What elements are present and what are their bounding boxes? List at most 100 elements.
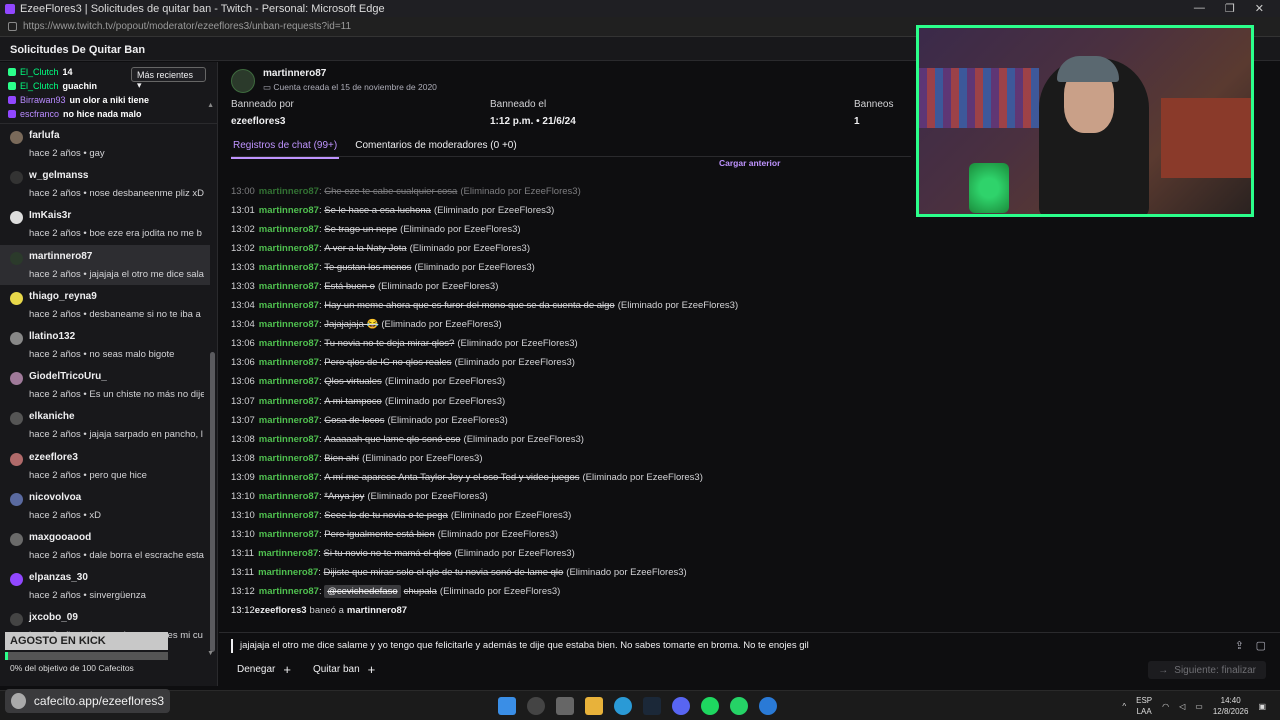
chat-username[interactable]: martinnero87 <box>259 186 319 197</box>
request-item[interactable]: maxgooaood hace 2 años • dale borra el es… <box>0 526 210 566</box>
chat-log-row: 13:11 martinnero87: Dijiste que miras sol… <box>231 563 931 582</box>
clock[interactable]: 14:40 12/8/2026 <box>1213 695 1249 717</box>
badge-icon <box>8 68 16 76</box>
request-preview: hace 2 años • pero que hice <box>29 469 147 481</box>
close-button[interactable]: ✕ <box>1255 2 1264 15</box>
request-item[interactable]: ezeeflore3 hace 2 años • pero que hice <box>0 446 210 486</box>
file-explorer-icon[interactable] <box>585 697 603 715</box>
language-indicator[interactable]: ESP LAA <box>1136 695 1152 717</box>
taskview-icon[interactable] <box>556 697 574 715</box>
chat-username[interactable]: martinnero87 <box>259 319 319 330</box>
volume-icon[interactable]: ◁ <box>1179 702 1185 711</box>
chat-username[interactable]: martinnero87 <box>259 376 319 387</box>
request-item[interactable]: farlufa hace 2 años • gay <box>0 124 210 164</box>
deleted-by-label: (Eliminado por EzeeFlores3) <box>437 528 559 540</box>
request-preview: hace 2 años • jajaja sarpado en pancho, … <box>29 429 203 441</box>
kick-goal-overlay: AGOSTO EN KICK 0% del objetivo de 100 Ca… <box>5 632 168 682</box>
search-icon[interactable] <box>527 697 545 715</box>
chat-username[interactable]: martinnero87 <box>259 453 319 464</box>
chat-username[interactable]: martinnero87 <box>258 567 318 578</box>
chat-username[interactable]: martinnero87 <box>259 224 319 235</box>
comment-icon[interactable]: ▢ <box>1256 639 1266 652</box>
steam-icon[interactable] <box>643 697 661 715</box>
chat-timestamp: 13:03 <box>231 262 255 274</box>
overlay-chat-text: 14 <box>62 67 73 77</box>
user-name[interactable]: martinnero87 <box>263 68 437 79</box>
request-item[interactable]: thiago_reyna9 hace 2 años • desbaneame si… <box>0 285 210 325</box>
chat-username[interactable]: martinnero87 <box>259 396 319 407</box>
deleted-message: Che eze te cabe cualquier cosa <box>324 186 458 198</box>
chat-username[interactable]: martinnero87 <box>259 472 319 483</box>
deleted-by-label: (Eliminado por EzeeFlores3) <box>384 395 506 407</box>
chat-username[interactable]: martinnero87 <box>259 357 319 368</box>
deleted-message: chupala <box>403 586 437 597</box>
deleted-by-label: (Eliminado por EzeeFlores3) <box>450 509 572 521</box>
deleted-message: Dijiste que miras solo el qlo de tu novi… <box>323 566 564 578</box>
sort-dropdown[interactable]: Más recientes ▾ <box>131 67 206 90</box>
avatar <box>10 291 23 305</box>
request-username: w_gelmanss <box>29 170 89 182</box>
badge-icon <box>8 96 16 104</box>
scroll-up-arrow-icon[interactable]: ▲ <box>207 102 214 109</box>
minimize-button[interactable]: — <box>1194 2 1205 15</box>
chat-log-row: 13:06 martinnero87: Tu novia no te deja m… <box>231 334 931 353</box>
chat-timestamp: 13:10 <box>231 528 255 540</box>
request-preview: hace 2 años • jajajaja el otro me dice s… <box>29 268 204 280</box>
app-icon[interactable] <box>759 697 777 715</box>
request-item[interactable]: GiodelTricoUru_ hace 2 años • Es un chist… <box>0 365 210 405</box>
avatar <box>10 613 23 627</box>
chat-username[interactable]: martinnero87 <box>259 510 319 521</box>
webcam-overlay <box>916 25 1254 217</box>
deleted-by-label: (Eliminado por EzeeFlores3) <box>377 281 499 293</box>
chat-log-row: 13:07 martinnero87: Cosa de locos (Elimina… <box>231 411 931 430</box>
restore-button[interactable]: ❐ <box>1225 2 1235 15</box>
deleted-by-label: (Eliminado por EzeeFlores3) <box>439 586 561 597</box>
unban-button[interactable]: Quitar ban + <box>307 660 381 678</box>
ban-actor: ezeeflores3 <box>254 605 307 617</box>
chat-username[interactable]: martinnero87 <box>259 338 319 349</box>
chat-log-row: 13:02 martinnero87: Se trago un nepe (Elim… <box>231 220 931 239</box>
chat-username[interactable]: martinnero87 <box>259 281 319 292</box>
request-item[interactable]: ImKais3r hace 2 años • boe eze era jodita… <box>0 204 210 244</box>
request-item[interactable]: llatino132 hace 2 años • no seas malo big… <box>0 325 210 365</box>
spotify-icon[interactable] <box>701 697 719 715</box>
request-preview: hace 2 años • xD <box>29 509 101 521</box>
chat-username[interactable]: martinnero87 <box>259 262 319 273</box>
request-item[interactable]: elpanzas_30 hace 2 años • sinvergüenza <box>0 566 210 606</box>
request-item[interactable]: elkaniche hace 2 años • jajaja sarpado en… <box>0 405 210 445</box>
discord-icon[interactable] <box>672 697 690 715</box>
date: 12/8/2026 <box>1212 707 1249 716</box>
start-icon[interactable] <box>498 697 516 715</box>
chat-username[interactable]: martinnero87 <box>259 491 319 502</box>
chat-username[interactable]: martinnero87 <box>259 415 319 426</box>
chevron-up-icon[interactable]: ^ <box>1122 702 1126 711</box>
share-icon[interactable]: ⇪ <box>1235 639 1244 652</box>
whatsapp-icon[interactable] <box>730 697 748 715</box>
sidebar-scrollbar[interactable] <box>210 352 215 652</box>
notifications-icon[interactable]: ▣ <box>1258 702 1266 711</box>
load-previous-button[interactable]: Cargar anterior <box>719 158 780 168</box>
sidebar-top: El_Clutch 14 El_Clutch guachin Birrawan9… <box>0 62 217 124</box>
request-item[interactable]: nicovolvoa hace 2 años • xD <box>0 486 210 526</box>
cafecito-overlay: cafecito.app/ezeeflores3 <box>5 689 170 713</box>
deny-button[interactable]: Denegar + <box>231 660 297 678</box>
chat-timestamp: 13:04 <box>231 300 255 312</box>
wifi-icon[interactable]: ◠ <box>1162 702 1169 711</box>
request-item[interactable]: w_gelmanss hace 2 años • nose desbaneenme… <box>0 164 210 204</box>
url-text[interactable]: https://www.twitch.tv/popout/moderator/e… <box>23 21 351 32</box>
lock-icon <box>8 22 17 31</box>
chat-username[interactable]: martinnero87 <box>259 434 319 445</box>
divider <box>231 156 911 157</box>
chat-username[interactable]: martinnero87 <box>259 243 319 254</box>
chat-username[interactable]: martinnero87 <box>259 300 319 311</box>
battery-icon[interactable]: ▭ <box>1195 702 1203 711</box>
chat-username[interactable]: martinnero87 <box>258 548 318 559</box>
request-item-selected[interactable]: martinnero87 hace 2 años • jajajaja el ot… <box>0 244 210 285</box>
next-finalize-button[interactable]: → Siguiente: finalizar <box>1148 661 1266 679</box>
chat-username[interactable]: martinnero87 <box>259 586 319 597</box>
scroll-down-arrow-icon[interactable]: ▼ <box>207 650 214 657</box>
chat-username[interactable]: martinnero87 <box>259 529 319 540</box>
chat-username[interactable]: martinnero87 <box>259 205 319 216</box>
edge-icon[interactable] <box>614 697 632 715</box>
request-username: elkaniche <box>29 411 75 423</box>
